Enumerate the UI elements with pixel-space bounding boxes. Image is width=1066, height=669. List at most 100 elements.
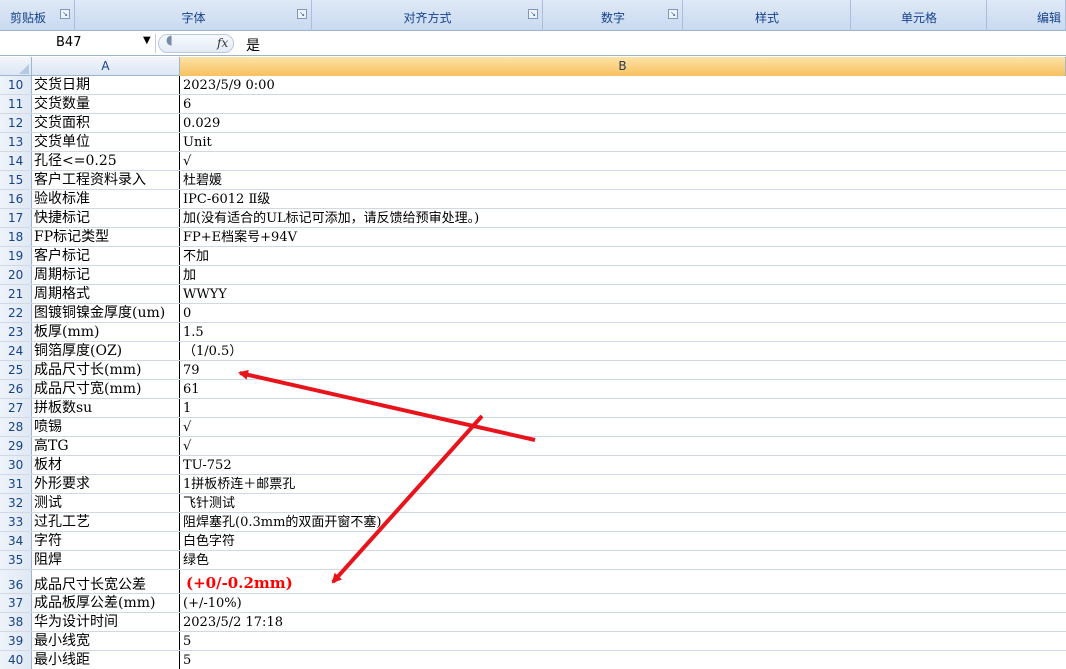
row-header[interactable]: 23 [0,323,32,341]
row-header[interactable]: 19 [0,247,32,265]
row-header[interactable]: 32 [0,494,32,512]
cell-b[interactable]: IPC-6012 Ⅱ级 [180,190,1066,208]
row-header[interactable]: 27 [0,399,32,417]
row-header[interactable]: 28 [0,418,32,436]
cell-b[interactable]: 1.5 [180,323,1066,341]
row-header[interactable]: 25 [0,361,32,379]
cell-b[interactable]: 加 [180,266,1066,284]
cell-b[interactable]: 飞针测试 [180,494,1066,512]
row-header[interactable]: 16 [0,190,32,208]
cell-a[interactable]: 客户标记 [32,247,180,265]
row-header[interactable]: 20 [0,266,32,284]
dialog-launcher-icon[interactable]: ↘ [528,9,538,19]
cell-b[interactable]: TU-752 [180,456,1066,474]
cell-b[interactable]: (+/-10%) [180,594,1066,612]
cell-a[interactable]: 华为设计时间 [32,613,180,631]
row-header[interactable]: 40 [0,651,32,669]
cell-a[interactable]: 喷锡 [32,418,180,436]
row-header[interactable]: 21 [0,285,32,303]
cell-a[interactable]: 板材 [32,456,180,474]
cell-b[interactable]: 不加 [180,247,1066,265]
row-header[interactable]: 37 [0,594,32,612]
cell-a[interactable]: 过孔工艺 [32,513,180,531]
cell-a[interactable]: 外形要求 [32,475,180,493]
cell-b[interactable]: 杜碧媛 [180,171,1066,189]
dialog-launcher-icon[interactable]: ↘ [60,9,70,19]
row-header[interactable]: 14 [0,152,32,170]
formula-input[interactable]: 是 [246,35,260,55]
cell-a[interactable]: 拼板数su [32,399,180,417]
row-header[interactable]: 34 [0,532,32,550]
cell-b[interactable]: 白色字符 [180,532,1066,550]
cell-b[interactable]: 79 [180,361,1066,379]
cell-a[interactable]: 高TG [32,437,180,455]
cell-b[interactable]: 1拼板桥连＋邮票孔 [180,475,1066,493]
cell-a[interactable]: 铜箔厚度(OZ) [32,342,180,360]
row-header[interactable]: 11 [0,95,32,113]
row-header[interactable]: 24 [0,342,32,360]
cell-b[interactable]: 0 [180,304,1066,322]
cell-a[interactable]: 测试 [32,494,180,512]
row-header[interactable]: 33 [0,513,32,531]
cell-b[interactable]: 绿色 [180,551,1066,569]
row-header[interactable]: 31 [0,475,32,493]
cell-a[interactable]: 验收标准 [32,190,180,208]
cell-a[interactable]: 快捷标记 [32,209,180,227]
cell-b[interactable]: 6 [180,95,1066,113]
cell-b[interactable]: 2023/5/9 0:00 [180,76,1066,94]
row-header[interactable]: 17 [0,209,32,227]
cell-a[interactable]: 成品板厚公差(mm) [32,594,180,612]
cell-b[interactable]: 61 [180,380,1066,398]
dialog-launcher-icon[interactable]: ↘ [297,9,307,19]
row-header[interactable]: 12 [0,114,32,132]
cell-b[interactable]: 2023/5/2 17:18 [180,613,1066,631]
cell-b[interactable]: 1 [180,399,1066,417]
chevron-down-icon[interactable]: ▼ [143,35,151,46]
cell-b[interactable]: （1/0.5） [180,342,1066,360]
cell-a[interactable]: 图镀铜镍金厚度(um) [32,304,180,322]
row-header[interactable]: 36 [0,570,32,593]
cell-b[interactable]: 加(没有适合的UL标记可添加，请反馈给预审处理。) [180,209,1066,227]
cell-b[interactable]: √ [180,418,1066,436]
row-header[interactable]: 39 [0,632,32,650]
cell-a[interactable]: 交货单位 [32,133,180,151]
cell-a[interactable]: 交货数量 [32,95,180,113]
name-box[interactable]: B47 ▼ [0,34,156,53]
cell-a[interactable]: 成品尺寸长(mm) [32,361,180,379]
cell-a[interactable]: 阻焊 [32,551,180,569]
cell-a[interactable]: 最小线距 [32,651,180,669]
cell-a[interactable]: 孔径<=0.25 [32,152,180,170]
cell-a[interactable]: 客户工程资料录入 [32,171,180,189]
cell-a[interactable]: 成品尺寸长宽公差 [32,570,180,593]
row-header[interactable]: 15 [0,171,32,189]
cell-a[interactable]: 成品尺寸宽(mm) [32,380,180,398]
row-header[interactable]: 29 [0,437,32,455]
row-header[interactable]: 38 [0,613,32,631]
cell-a[interactable]: 最小线宽 [32,632,180,650]
cell-b[interactable]: 5 [180,632,1066,650]
cell-a[interactable]: 板厚(mm) [32,323,180,341]
row-header[interactable]: 22 [0,304,32,322]
cell-a[interactable]: 交货面积 [32,114,180,132]
cell-b[interactable]: √ [180,437,1066,455]
column-header-b[interactable]: B [180,57,1066,76]
cell-a[interactable]: 交货日期 [32,76,180,94]
dialog-launcher-icon[interactable]: ↘ [668,9,678,19]
cell-b[interactable]: √ [180,152,1066,170]
cell-b[interactable]: WWYY [180,285,1066,303]
row-header[interactable]: 13 [0,133,32,151]
row-header[interactable]: 10 [0,76,32,94]
row-header[interactable]: 30 [0,456,32,474]
column-header-a[interactable]: A [32,57,180,76]
cell-b[interactable]: Unit [180,133,1066,151]
cell-a[interactable]: 周期格式 [32,285,180,303]
cell-b[interactable]: 阻焊塞孔(0.3mm的双面开窗不塞) [180,513,1066,531]
cell-a[interactable]: 字符 [32,532,180,550]
expand-handle-icon[interactable]: ◖ [166,33,173,48]
row-header[interactable]: 26 [0,380,32,398]
cell-b[interactable]: FP+E档案号+94V [180,228,1066,246]
select-all-button[interactable] [0,57,32,76]
cell-a[interactable]: 周期标记 [32,266,180,284]
cell-b-highlighted[interactable]: (+0/-0.2mm) [180,570,1066,593]
insert-function-button[interactable]: fx [217,36,228,50]
